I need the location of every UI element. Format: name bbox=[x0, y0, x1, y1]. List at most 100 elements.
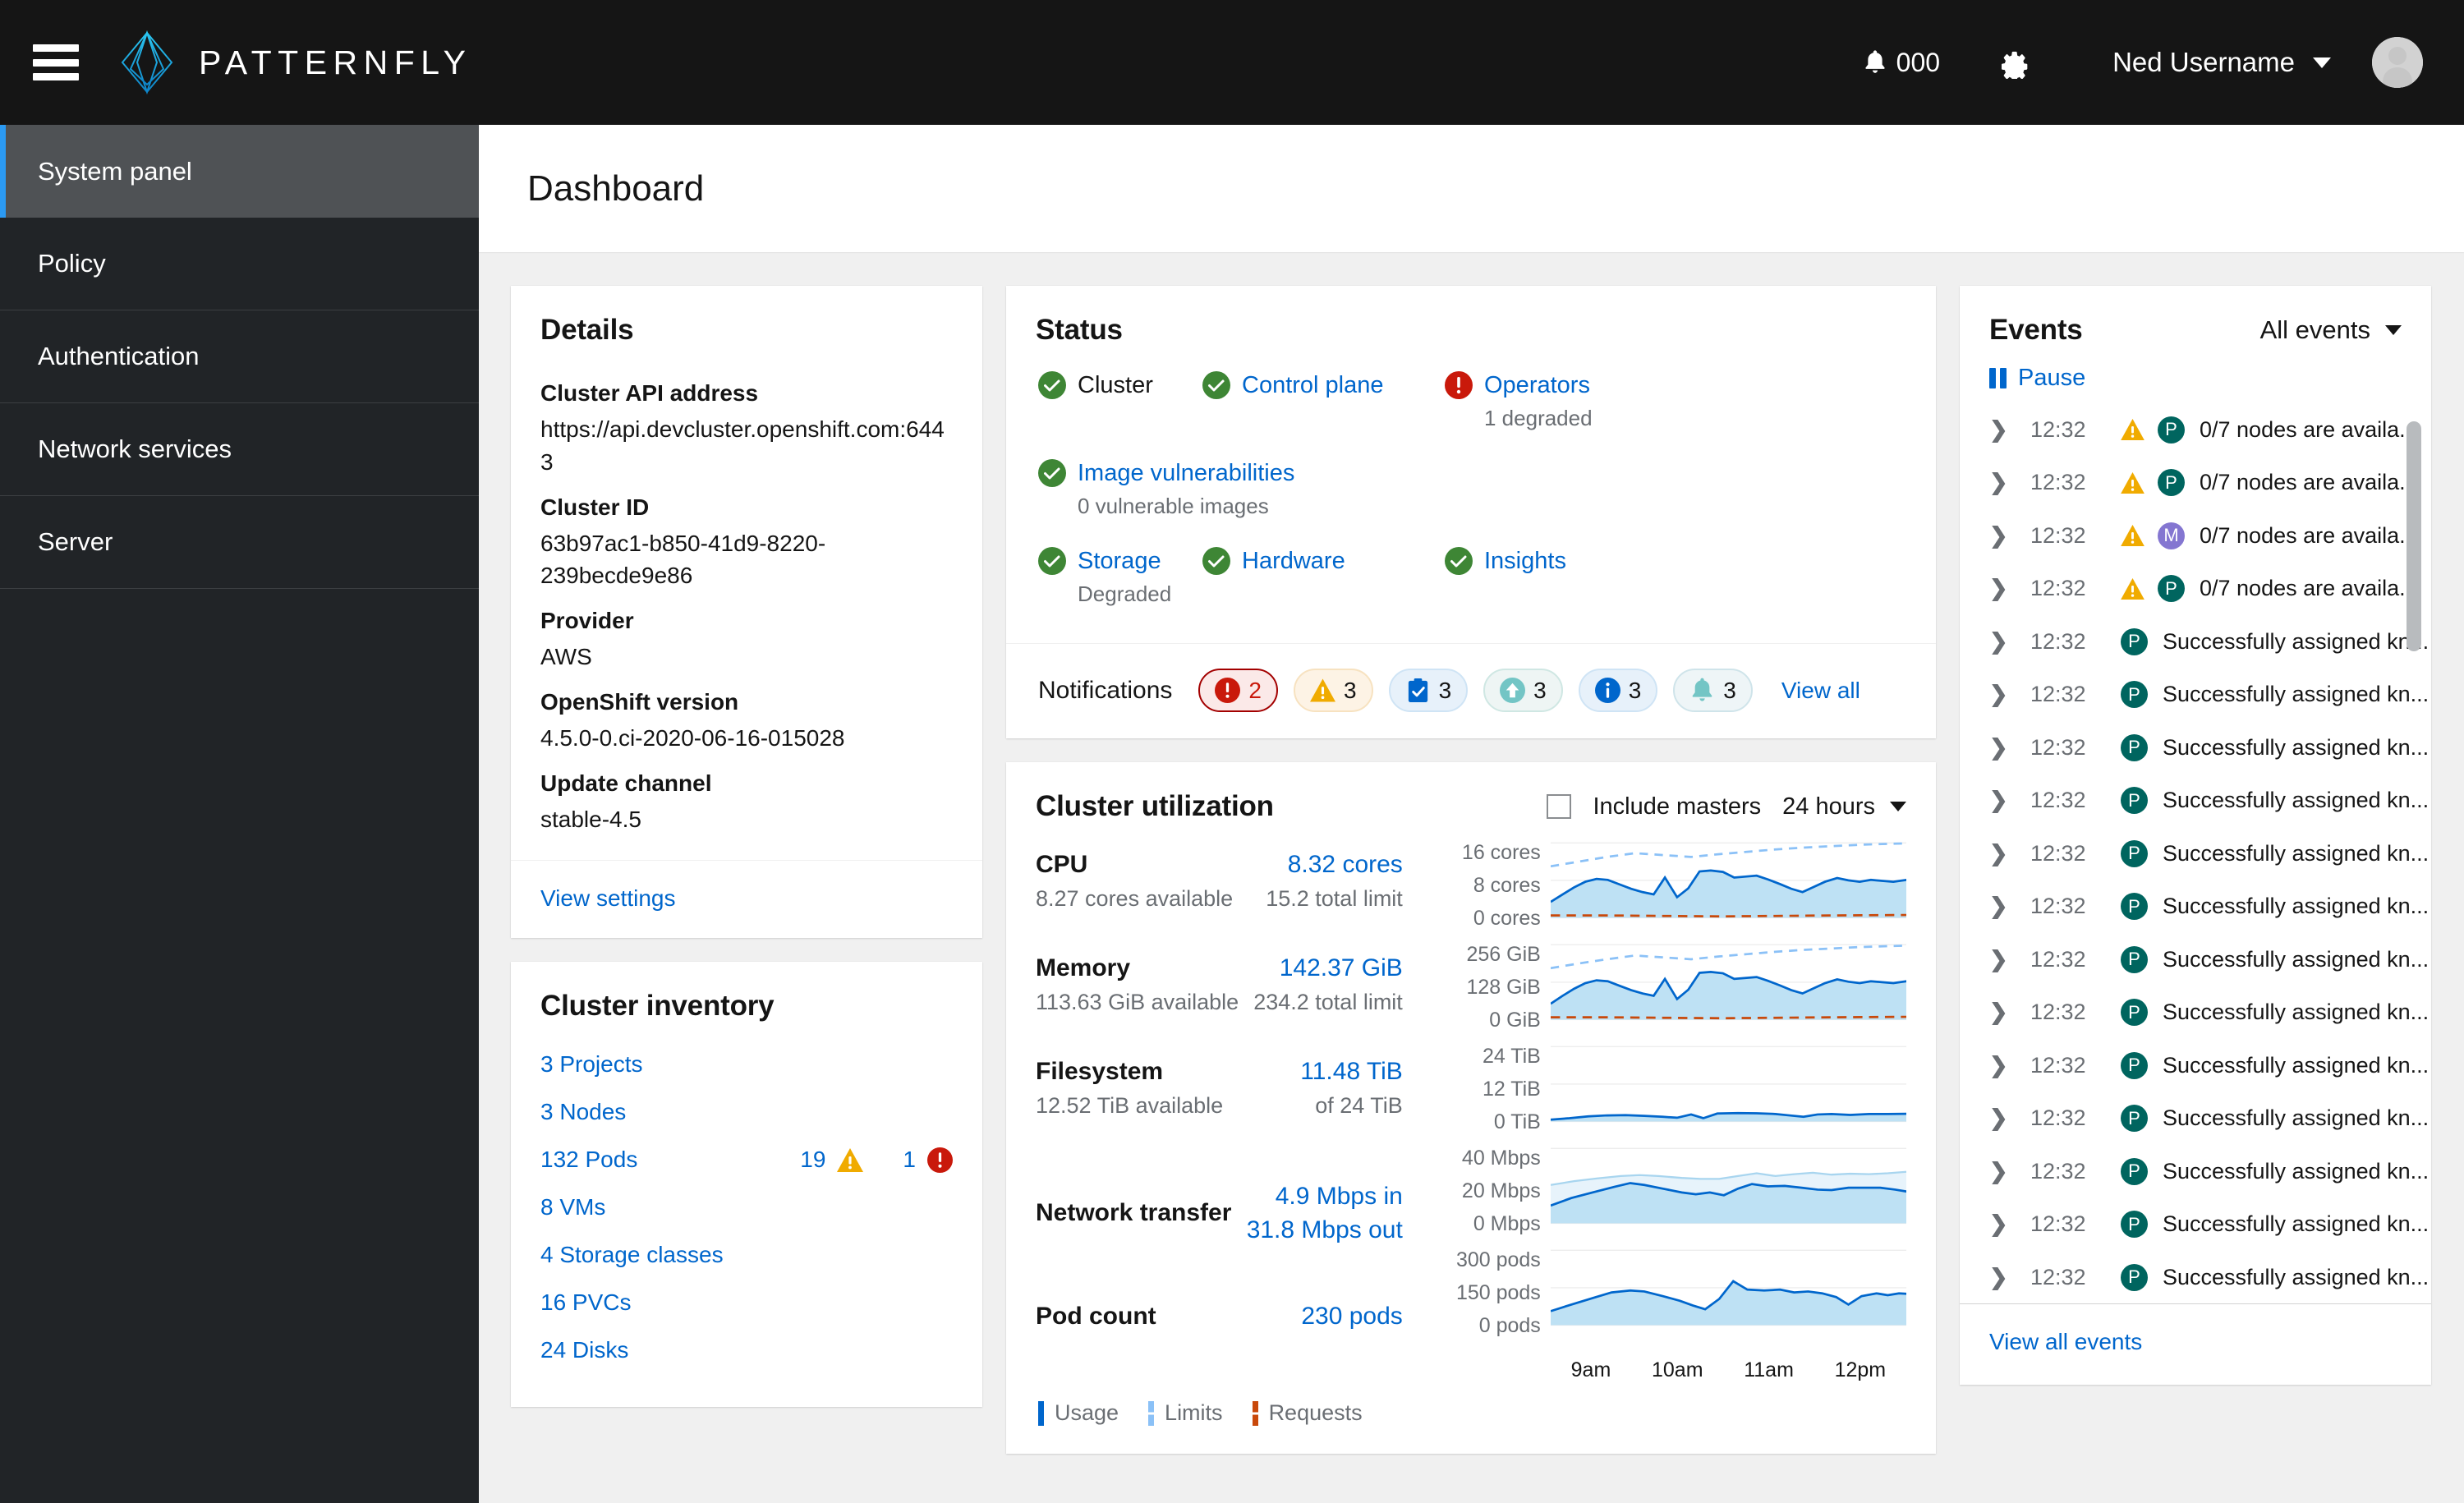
status-item-control-plane[interactable]: Control plane bbox=[1202, 371, 1445, 431]
event-row[interactable]: ❯ 12:32 P 0/7 nodes are availa... bbox=[1960, 563, 2431, 616]
notification-chip-critical[interactable]: 2 bbox=[1198, 669, 1278, 712]
inventory-label[interactable]: 8 VMs bbox=[540, 1194, 605, 1220]
inventory-row-projects[interactable]: 3 Projects bbox=[540, 1041, 953, 1088]
chevron-right-icon[interactable]: ❯ bbox=[1989, 682, 2012, 707]
sparkline-cpu: 16 cores 8 cores 0 cores bbox=[1419, 841, 1906, 935]
chevron-right-icon[interactable]: ❯ bbox=[1989, 1000, 2012, 1025]
chevron-right-icon[interactable]: ❯ bbox=[1989, 894, 2012, 919]
metric-value[interactable]: 8.32 cores bbox=[1288, 851, 1403, 879]
chevron-right-icon[interactable]: ❯ bbox=[1989, 470, 2012, 495]
chevron-right-icon[interactable]: ❯ bbox=[1989, 841, 2012, 866]
chevron-right-icon[interactable]: ❯ bbox=[1989, 788, 2012, 813]
inventory-row-vms[interactable]: 8 VMs bbox=[540, 1184, 953, 1231]
hamburger-menu-icon[interactable] bbox=[33, 44, 79, 80]
events-filter-dropdown[interactable]: All events bbox=[2260, 315, 2402, 345]
chevron-right-icon[interactable]: ❯ bbox=[1989, 523, 2012, 549]
inventory-label[interactable]: 3 Projects bbox=[540, 1051, 643, 1078]
status-item-image-vulnerabilities[interactable]: Image vulnerabilities 0 vulnerable image… bbox=[1038, 459, 1294, 519]
notification-chip-alerts[interactable]: 3 bbox=[1673, 669, 1753, 712]
status-label[interactable]: Image vulnerabilities bbox=[1078, 460, 1294, 487]
event-row[interactable]: ❯ 12:32 P Successfully assigned kn... bbox=[1960, 615, 2431, 669]
legend-label: Requests bbox=[1268, 1400, 1363, 1425]
include-masters-checkbox[interactable] bbox=[1547, 794, 1572, 819]
detail-label-provider: Provider bbox=[540, 608, 634, 633]
notification-chip-updates[interactable]: 3 bbox=[1483, 669, 1563, 712]
notifications-button[interactable]: 000 bbox=[1864, 48, 1940, 78]
event-row[interactable]: ❯ 12:32 P Successfully assigned kn... bbox=[1960, 986, 2431, 1040]
event-row[interactable]: ❯ 12:32 P Successfully assigned kn... bbox=[1960, 880, 2431, 934]
brand[interactable]: PATTERNFLY bbox=[120, 30, 471, 94]
event-row[interactable]: ❯ 12:32 P Successfully assigned kn... bbox=[1960, 721, 2431, 774]
chevron-right-icon[interactable]: ❯ bbox=[1989, 1265, 2012, 1290]
status-item-operators[interactable]: Operators 1 degraded bbox=[1445, 371, 1671, 431]
events-pause-button[interactable]: Pause bbox=[1960, 347, 2431, 403]
notification-chip-info[interactable]: 3 bbox=[1578, 669, 1658, 712]
chevron-right-icon[interactable]: ❯ bbox=[1989, 1159, 2012, 1184]
view-all-notifications-link[interactable]: View all bbox=[1781, 678, 1860, 704]
metric-value[interactable]: 142.37 GiB bbox=[1280, 954, 1403, 982]
inventory-label[interactable]: 24 Disks bbox=[540, 1337, 628, 1363]
inventory-label[interactable]: 16 PVCs bbox=[540, 1289, 632, 1316]
status-label[interactable]: Storage bbox=[1078, 548, 1161, 575]
avatar[interactable] bbox=[2372, 37, 2423, 88]
status-item-storage[interactable]: Storage Degraded bbox=[1038, 547, 1202, 607]
chevron-right-icon[interactable]: ❯ bbox=[1989, 417, 2012, 443]
metric-value[interactable]: 11.48 TiB bbox=[1300, 1058, 1403, 1086]
status-label[interactable]: Hardware bbox=[1242, 548, 1345, 575]
user-menu[interactable]: Ned Username bbox=[2112, 47, 2331, 78]
inventory-row-pods[interactable]: 132 Pods 19 1 bbox=[540, 1136, 953, 1184]
event-row[interactable]: ❯ 12:32 P 0/7 nodes are availa... bbox=[1960, 403, 2431, 457]
event-row[interactable]: ❯ 12:32 M 0/7 nodes are availa... bbox=[1960, 509, 2431, 563]
status-item-insights[interactable]: Insights bbox=[1445, 547, 1566, 607]
status-item-cluster[interactable]: Cluster bbox=[1038, 371, 1202, 431]
chevron-right-icon[interactable]: ❯ bbox=[1989, 947, 2012, 972]
event-row[interactable]: ❯ 12:32 P Successfully assigned kn... bbox=[1960, 1092, 2431, 1146]
chevron-right-icon[interactable]: ❯ bbox=[1989, 629, 2012, 655]
sidebar-item-policy[interactable]: Policy bbox=[0, 218, 479, 310]
status-label[interactable]: Operators bbox=[1484, 372, 1590, 399]
event-row[interactable]: ❯ 12:32 P Successfully assigned kn... bbox=[1960, 1145, 2431, 1198]
event-row[interactable]: ❯ 12:32 P 0/7 nodes are availa... bbox=[1960, 457, 2431, 510]
sidebar-item-server[interactable]: Server bbox=[0, 496, 479, 589]
metric-value[interactable]: 230 pods bbox=[1301, 1303, 1402, 1331]
gear-icon[interactable] bbox=[1997, 46, 2030, 79]
sidebar-item-authentication[interactable]: Authentication bbox=[0, 310, 479, 403]
notification-chip-tasks[interactable]: 3 bbox=[1388, 669, 1469, 712]
chevron-right-icon[interactable]: ❯ bbox=[1989, 735, 2012, 761]
event-row[interactable]: ❯ 12:32 P Successfully assigned kn... bbox=[1960, 933, 2431, 986]
event-row[interactable]: ❯ 12:32 P Successfully assigned kn... bbox=[1960, 1198, 2431, 1252]
event-row[interactable]: ❯ 12:32 P Successfully assigned kn... bbox=[1960, 1039, 2431, 1092]
time-range-dropdown[interactable]: 24 hours bbox=[1782, 793, 1906, 820]
inventory-label[interactable]: 3 Nodes bbox=[540, 1099, 626, 1125]
notification-chip-warning[interactable]: 3 bbox=[1293, 669, 1373, 712]
inventory-label[interactable]: 132 Pods bbox=[540, 1147, 637, 1173]
inventory-label[interactable]: 4 Storage classes bbox=[540, 1242, 724, 1268]
user-avatar-icon bbox=[2372, 37, 2423, 88]
sidebar-item-network-services[interactable]: Network services bbox=[0, 403, 479, 496]
utilization-metric-filesystem: Filesystem 11.48 TiB 12.52 TiB available… bbox=[1036, 1058, 1403, 1161]
inventory-row-nodes[interactable]: 3 Nodes bbox=[540, 1088, 953, 1136]
event-row[interactable]: ❯ 12:32 P Successfully assigned kn... bbox=[1960, 1251, 2431, 1303]
events-list[interactable]: ❯ 12:32 P 0/7 nodes are availa... ❯ 12:32 P 0/7… bbox=[1960, 403, 2431, 1303]
event-row[interactable]: ❯ 12:32 P Successfully assigned kn... bbox=[1960, 669, 2431, 722]
status-label[interactable]: Insights bbox=[1484, 548, 1566, 575]
inventory-row-storage-classes[interactable]: 4 Storage classes bbox=[540, 1231, 953, 1279]
sidebar-item-system-panel[interactable]: System panel bbox=[0, 125, 479, 218]
status-item-hardware[interactable]: Hardware bbox=[1202, 547, 1445, 607]
chevron-right-icon[interactable]: ❯ bbox=[1989, 1053, 2012, 1078]
event-row[interactable]: ❯ 12:32 P Successfully assigned kn... bbox=[1960, 774, 2431, 828]
inventory-row-disks[interactable]: 24 Disks bbox=[540, 1326, 953, 1374]
view-settings-link[interactable]: View settings bbox=[540, 885, 675, 911]
event-row[interactable]: ❯ 12:32 P Successfully assigned kn... bbox=[1960, 827, 2431, 880]
status-label[interactable]: Control plane bbox=[1242, 372, 1384, 399]
inventory-error-count: 1 bbox=[903, 1147, 916, 1173]
chevron-right-icon[interactable]: ❯ bbox=[1989, 1211, 2012, 1237]
metric-value[interactable]: 4.9 Mbps in 31.8 Mbps out bbox=[1247, 1179, 1403, 1248]
chevron-right-icon[interactable]: ❯ bbox=[1989, 1105, 2012, 1131]
view-all-events-link[interactable]: View all events bbox=[1989, 1329, 2142, 1354]
inventory-row-pvcs[interactable]: 16 PVCs bbox=[540, 1279, 953, 1326]
chevron-right-icon[interactable]: ❯ bbox=[1989, 576, 2012, 601]
ytick: 0 Mbps bbox=[1473, 1212, 1541, 1235]
main-content: Dashboard Details Cluster API address ht… bbox=[479, 125, 2464, 1503]
events-scrollbar-thumb[interactable] bbox=[2407, 421, 2421, 651]
